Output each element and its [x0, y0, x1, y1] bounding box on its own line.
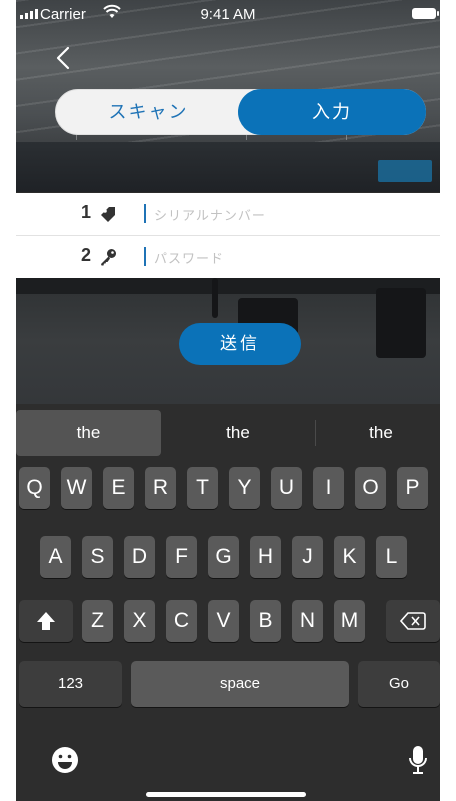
shift-key[interactable] — [19, 600, 73, 642]
suggestion[interactable]: the — [322, 410, 440, 456]
key-u[interactable]: U — [271, 467, 302, 509]
key-b[interactable]: B — [250, 600, 281, 642]
suggestion-bar: the the the — [16, 404, 440, 458]
key-z[interactable]: Z — [82, 600, 113, 642]
dictation-button[interactable] — [408, 744, 432, 780]
battery-icon — [412, 8, 439, 19]
back-button[interactable] — [50, 44, 78, 72]
password-input[interactable]: パスワード — [154, 248, 224, 267]
suggestion[interactable]: the — [16, 410, 161, 456]
key-v[interactable]: V — [208, 600, 239, 642]
numbers-key[interactable]: 123 — [19, 661, 122, 707]
key-o[interactable]: O — [355, 467, 386, 509]
key-p[interactable]: P — [397, 467, 428, 509]
emoji-icon — [52, 747, 78, 773]
key-n[interactable]: N — [292, 600, 323, 642]
microphone-icon — [409, 746, 427, 774]
key-i[interactable]: I — [313, 467, 344, 509]
tab-scan[interactable]: スキャン — [56, 90, 241, 134]
serial-number-row[interactable]: 1 シリアルナンバー — [16, 193, 440, 236]
shift-icon — [37, 612, 55, 630]
home-indicator[interactable] — [146, 792, 306, 797]
key-l[interactable]: L — [376, 536, 407, 578]
status-time: 9:41 AM — [200, 6, 256, 23]
key-e[interactable]: E — [103, 467, 134, 509]
key-y[interactable]: Y — [229, 467, 260, 509]
key-k[interactable]: K — [334, 536, 365, 578]
backspace-icon — [399, 612, 426, 630]
key-c[interactable]: C — [166, 600, 197, 642]
space-key[interactable]: space — [131, 661, 349, 707]
key-icon — [101, 249, 116, 266]
phone-screen: Carrier 9:41 AM スキャン 入力 1 シリアルナンバー 2 パスワ… — [16, 0, 440, 801]
mode-segmented-control: スキャン 入力 — [55, 89, 426, 135]
input-cursor-bar — [144, 204, 146, 223]
key-q[interactable]: Q — [19, 467, 50, 509]
key-m[interactable]: M — [334, 600, 365, 642]
suggestion-divider — [315, 420, 316, 446]
key-w[interactable]: W — [61, 467, 92, 509]
serial-number-input[interactable]: シリアルナンバー — [154, 205, 266, 224]
go-key[interactable]: Go — [358, 661, 440, 707]
key-f[interactable]: F — [166, 536, 197, 578]
row-number: 2 — [81, 245, 92, 265]
status-bar: Carrier 9:41 AM — [16, 0, 440, 30]
key-h[interactable]: H — [250, 536, 281, 578]
key-d[interactable]: D — [124, 536, 155, 578]
password-row[interactable]: 2 パスワード — [16, 236, 440, 278]
send-button[interactable]: 送信 — [179, 323, 301, 365]
key-j[interactable]: J — [292, 536, 323, 578]
tag-icon — [101, 207, 115, 222]
key-a[interactable]: A — [40, 536, 71, 578]
key-x[interactable]: X — [124, 600, 155, 642]
key-r[interactable]: R — [145, 467, 176, 509]
suggestion[interactable]: the — [164, 410, 312, 456]
row-number: 1 — [81, 202, 92, 222]
emoji-button[interactable] — [50, 745, 84, 779]
keyboard: the the the Q W E R T Y U I O P A S D F … — [16, 404, 440, 801]
key-t[interactable]: T — [187, 467, 218, 509]
key-s[interactable]: S — [82, 536, 113, 578]
chevron-left-icon — [56, 46, 70, 70]
tab-input[interactable]: 入力 — [238, 89, 426, 135]
key-g[interactable]: G — [208, 536, 239, 578]
backspace-key[interactable] — [386, 600, 440, 642]
input-cursor-bar — [144, 247, 146, 266]
